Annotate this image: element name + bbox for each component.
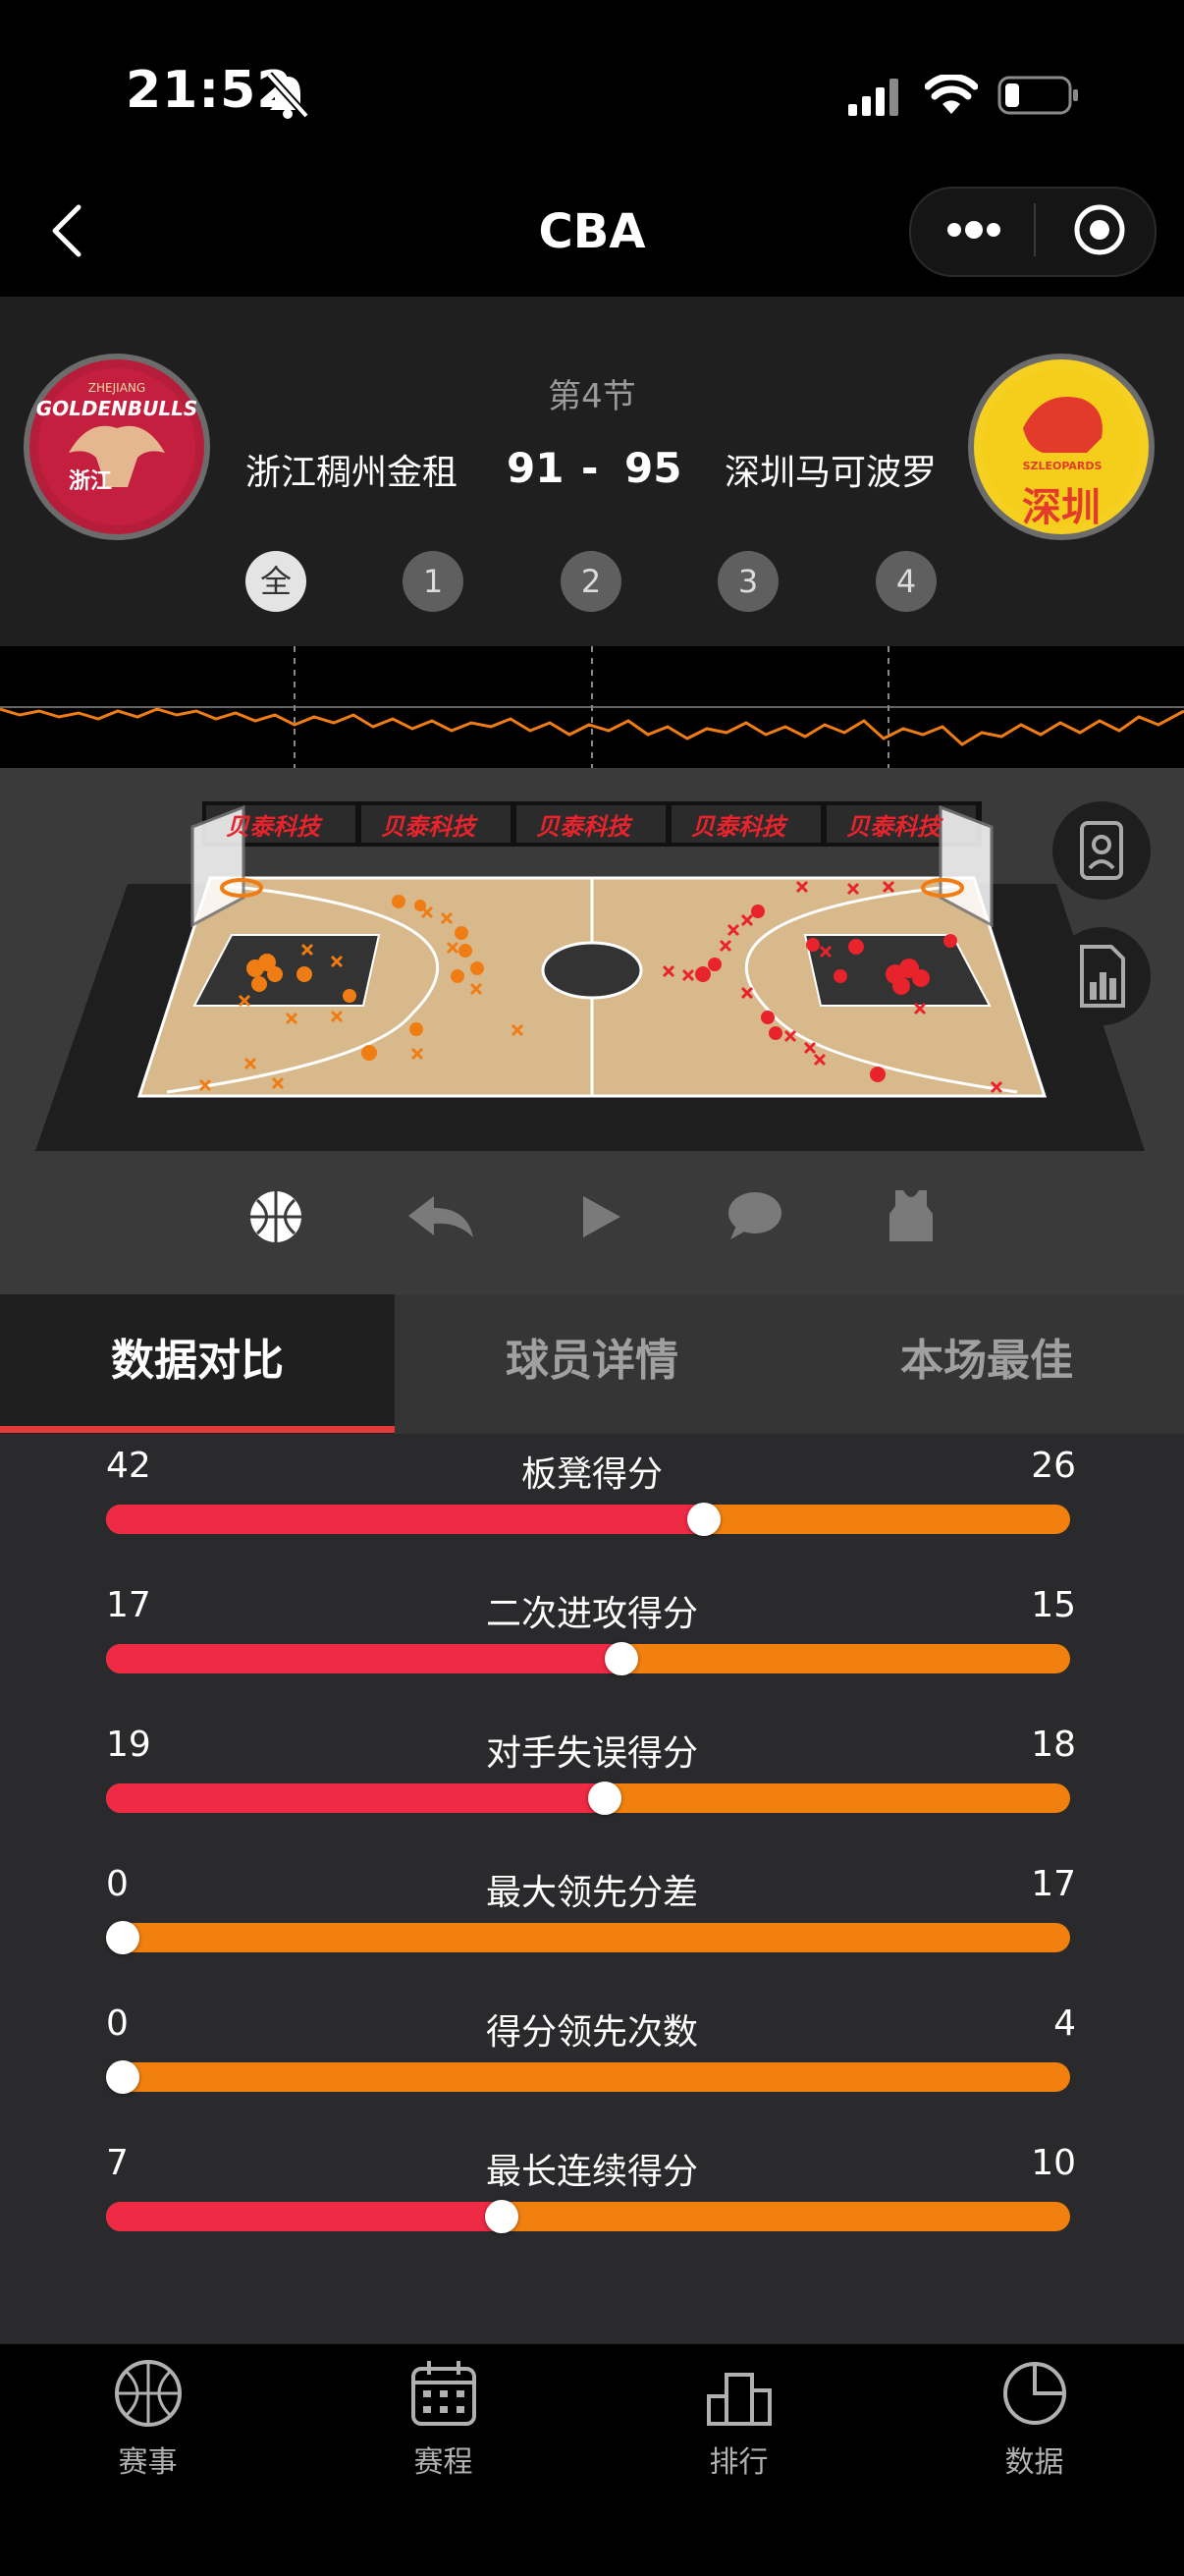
basketball-icon	[115, 2360, 182, 2427]
quarter-tab-2[interactable]: 2	[561, 551, 621, 612]
bottom-tab-label: 数据	[1004, 2445, 1064, 2480]
mute-bell-icon	[266, 72, 309, 119]
quarter-tab-3[interactable]: 3	[718, 551, 779, 612]
bottom-tab-data[interactable]: 数据	[887, 2343, 1182, 2575]
momentum-chart	[0, 646, 1184, 768]
home-score: 91	[507, 444, 565, 492]
stat-bar-knob	[587, 1781, 621, 1815]
banner-text-4: 贝泰科技	[691, 813, 785, 841]
capsule-divider	[1034, 203, 1036, 256]
battery-icon	[997, 76, 1078, 115]
score-dash: -	[581, 444, 599, 492]
period-label: 第4节	[548, 377, 636, 416]
away-score: 95	[624, 444, 682, 492]
bottom-tab-label: 排行	[709, 2445, 769, 2480]
stat-away-value: 18	[1031, 1725, 1076, 1765]
stat-label: 最长连续得分	[485, 2152, 698, 2192]
pie-chart-icon	[1003, 2362, 1066, 2425]
more-dots-icon[interactable]	[944, 218, 1003, 242]
tab-best-of-game[interactable]: 本场最佳	[789, 1294, 1184, 1434]
quarter-tab-all[interactable]: 全	[245, 551, 306, 612]
stat-label: 得分领先次数	[485, 2012, 698, 2053]
stat-away-value: 17	[1031, 1864, 1076, 1904]
tab-player-details[interactable]: 球员详情	[395, 1294, 789, 1434]
stat-comparison-bar	[106, 2062, 1070, 2092]
stat-comparison-bar	[106, 2202, 1070, 2231]
bottom-tab-events[interactable]: 赛事	[0, 2343, 296, 2575]
wifi-icon	[925, 75, 978, 114]
banner-text-1: 贝泰科技	[226, 813, 320, 841]
stat-bar-knob	[106, 2060, 139, 2094]
play-icon[interactable]	[579, 1194, 622, 1239]
banner-text-3: 贝泰科技	[536, 813, 630, 841]
bottom-tab-label: 赛事	[118, 2445, 178, 2480]
comment-bubble-icon[interactable]	[727, 1190, 783, 1241]
player-card-button[interactable]	[1052, 801, 1151, 900]
stat-bar-knob	[484, 2200, 518, 2233]
banner-text-5: 贝泰科技	[846, 813, 941, 841]
calendar-icon	[411, 2361, 476, 2426]
home-share-fill	[106, 2202, 502, 2231]
bar-chart-icon	[1080, 945, 1125, 1008]
away-team-name: 深圳马可波罗	[725, 453, 938, 493]
stat-away-value: 15	[1031, 1585, 1076, 1625]
sponsor-banner: 贝泰科技 贝泰科技 贝泰科技 贝泰科技 贝泰科技	[202, 803, 982, 843]
quarter-tab-1[interactable]: 1	[403, 551, 463, 612]
home-share-fill	[106, 1505, 704, 1534]
bottom-tab-rankings[interactable]: 排行	[591, 2343, 887, 2575]
basketball-icon[interactable]	[247, 1188, 304, 1245]
home-logo-sub-text: 浙江	[69, 469, 113, 494]
cellular-signal-icon	[848, 79, 898, 116]
home-team-name: 浙江稠州金租	[245, 453, 458, 493]
player-profile-icon	[1080, 821, 1123, 880]
active-tab-indicator	[0, 1426, 395, 1433]
stats-report-button[interactable]	[1052, 927, 1151, 1025]
away-logo-sub-text: 深圳	[1022, 485, 1101, 530]
stat-comparison-bar	[106, 1923, 1070, 1952]
home-share-fill	[106, 1783, 605, 1813]
home-share-fill	[106, 1644, 622, 1673]
stat-comparison-bar	[106, 1505, 1070, 1534]
stat-away-value: 10	[1031, 2143, 1076, 2183]
stat-bar-knob	[106, 1921, 139, 1954]
tab-data-compare[interactable]: 数据对比	[0, 1294, 395, 1434]
podium-icon	[707, 2373, 772, 2426]
stat-label: 二次进攻得分	[485, 1594, 698, 1634]
banner-text-2: 贝泰科技	[381, 813, 475, 841]
stat-label: 板凳得分	[520, 1454, 663, 1495]
stat-bar-knob	[686, 1503, 721, 1536]
bottom-tab-schedule[interactable]: 赛程	[296, 2343, 591, 2575]
stat-label: 对手失误得分	[485, 1733, 698, 1774]
bottom-tab-label: 赛程	[413, 2445, 473, 2480]
stat-away-value: 26	[1031, 1446, 1076, 1486]
quarter-tab-4[interactable]: 4	[876, 551, 937, 612]
stat-label: 最大领先分差	[485, 1873, 698, 1913]
close-target-icon[interactable]	[1072, 202, 1127, 257]
stat-comparison-bar	[106, 1644, 1070, 1673]
away-logo-text: SZLEOPARDS	[1022, 460, 1103, 472]
undo-arrow-icon[interactable]	[406, 1192, 477, 1241]
jersey-icon[interactable]	[888, 1188, 935, 1243]
stat-away-value: 4	[1053, 2003, 1076, 2044]
